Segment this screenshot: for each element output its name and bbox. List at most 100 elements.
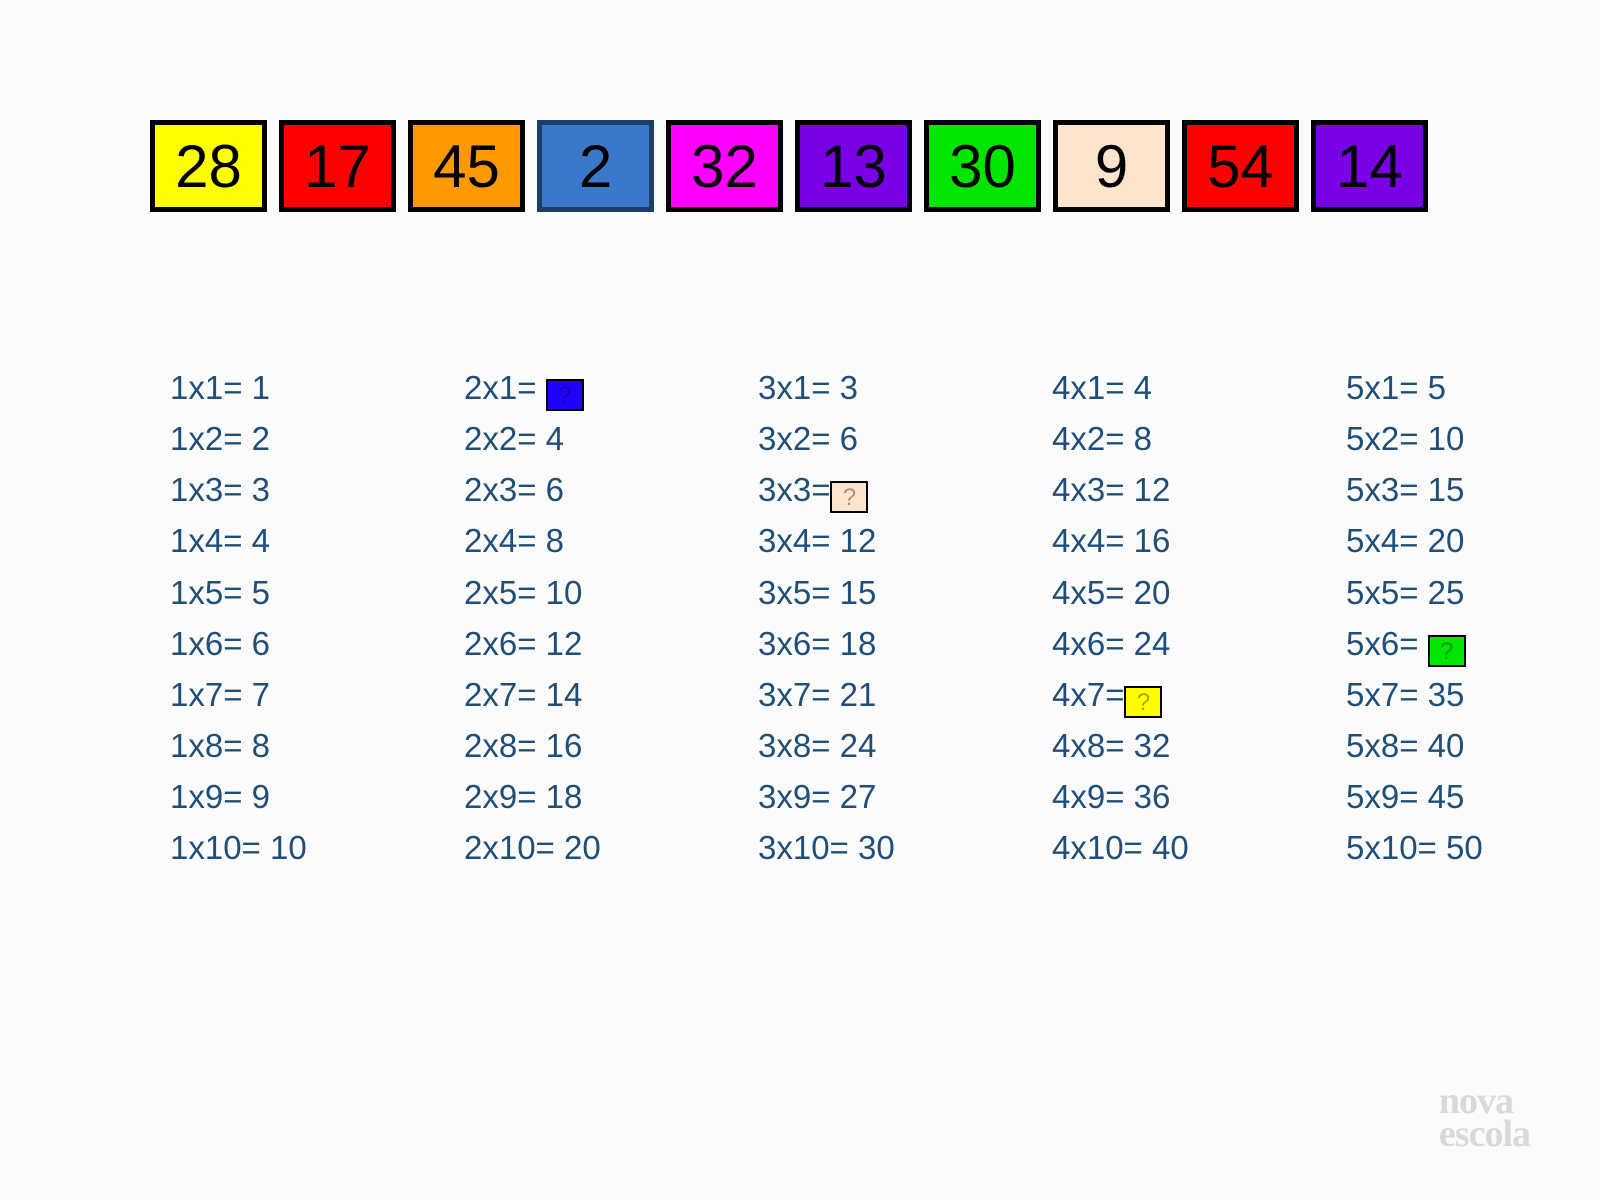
table-row: 2x4= 8 [464, 515, 718, 566]
expression: 2x7= [464, 676, 546, 713]
table-row: 3x7= 21 [758, 669, 1012, 720]
answer: 18 [840, 618, 877, 669]
expression: 1x7= [170, 676, 252, 713]
expression: 4x6= [1052, 625, 1134, 662]
table-row: 3x9= 27 [758, 771, 1012, 822]
answer: 40 [1152, 822, 1189, 873]
table-row: 1x1= 1 [170, 362, 424, 413]
expression: 5x8= [1346, 727, 1428, 764]
hidden-answer-box: ? [1124, 686, 1162, 718]
answer: 5 [1428, 362, 1446, 413]
table-col-5: 5x1= 55x2= 105x3= 155x4= 205x5= 255x6= ?… [1346, 362, 1600, 873]
table-row: 2x8= 16 [464, 720, 718, 771]
table-row: 2x1= ? [464, 362, 718, 413]
table-row: 5x9= 45 [1346, 771, 1600, 822]
expression: 5x7= [1346, 676, 1428, 713]
number-box-value: 54 [1207, 132, 1274, 201]
number-box-value: 28 [175, 132, 242, 201]
table-row: 5x8= 40 [1346, 720, 1600, 771]
answer: 12 [840, 515, 877, 566]
answer: 3 [252, 464, 270, 515]
table-row: 3x4= 12 [758, 515, 1012, 566]
answer: 7 [252, 669, 270, 720]
expression: 1x4= [170, 522, 252, 559]
table-row: 2x5= 10 [464, 567, 718, 618]
answer: 12 [546, 618, 583, 669]
expression: 2x5= [464, 574, 546, 611]
expression: 3x6= [758, 625, 840, 662]
table-row: 5x3= 15 [1346, 464, 1600, 515]
answer: 5 [252, 567, 270, 618]
answer: 27 [840, 771, 877, 822]
table-row: 1x3= 3 [170, 464, 424, 515]
answer: 30 [858, 822, 895, 873]
table-col-2: 2x1= ?2x2= 42x3= 62x4= 82x5= 102x6= 122x… [464, 362, 718, 873]
table-row: 5x2= 10 [1346, 413, 1600, 464]
hidden-answer-box: ? [546, 379, 584, 411]
table-row: 4x3= 12 [1052, 464, 1306, 515]
table-row: 1x4= 4 [170, 515, 424, 566]
answer: 8 [546, 515, 564, 566]
hidden-answer-box: ? [830, 481, 868, 513]
table-row: 5x4= 20 [1346, 515, 1600, 566]
number-box-value: 13 [820, 132, 887, 201]
answer: 3 [840, 362, 858, 413]
table-row: 4x10= 40 [1052, 822, 1306, 873]
expression: 4x1= [1052, 369, 1134, 406]
number-box-8: 54 [1182, 120, 1299, 212]
answer: 24 [1134, 618, 1171, 669]
table-row: 2x3= 6 [464, 464, 718, 515]
answer: 1 [252, 362, 270, 413]
answer: 20 [1134, 567, 1171, 618]
table-row: 2x7= 14 [464, 669, 718, 720]
answer: 6 [546, 464, 564, 515]
expression: 1x3= [170, 471, 252, 508]
expression: 4x4= [1052, 522, 1134, 559]
expression: 5x5= [1346, 574, 1428, 611]
number-box-5: 13 [795, 120, 912, 212]
table-col-3: 3x1= 33x2= 63x3=?3x4= 123x5= 153x6= 183x… [758, 362, 1012, 873]
answer: 32 [1134, 720, 1171, 771]
number-box-value: 45 [433, 132, 500, 201]
table-row: 5x1= 5 [1346, 362, 1600, 413]
expression: 1x10= [170, 829, 270, 866]
expression: 4x7= [1052, 676, 1124, 713]
expression: 5x4= [1346, 522, 1428, 559]
answer: 20 [564, 822, 601, 873]
number-box-1: 17 [279, 120, 396, 212]
answer: 10 [1428, 413, 1465, 464]
expression: 5x3= [1346, 471, 1428, 508]
answer: 15 [1428, 464, 1465, 515]
table-row: 5x5= 25 [1346, 567, 1600, 618]
expression: 5x1= [1346, 369, 1428, 406]
answer: 9 [252, 771, 270, 822]
answer: 36 [1134, 771, 1171, 822]
number-box-0: 28 [150, 120, 267, 212]
expression: 5x6= [1346, 625, 1428, 662]
answer: 15 [840, 567, 877, 618]
expression: 2x2= [464, 420, 546, 457]
answer: 12 [1134, 464, 1171, 515]
expression: 2x10= [464, 829, 564, 866]
expression: 3x3= [758, 471, 830, 508]
table-row: 4x5= 20 [1052, 567, 1306, 618]
table-row: 1x8= 8 [170, 720, 424, 771]
expression: 4x8= [1052, 727, 1134, 764]
expression: 4x3= [1052, 471, 1134, 508]
table-row: 2x9= 18 [464, 771, 718, 822]
expression: 4x10= [1052, 829, 1152, 866]
table-row: 4x2= 8 [1052, 413, 1306, 464]
multiplication-tables: 1x1= 11x2= 21x3= 31x4= 41x5= 51x6= 61x7=… [0, 212, 1600, 873]
expression: 3x8= [758, 727, 840, 764]
logo-line2: escola [1439, 1118, 1530, 1150]
expression: 3x2= [758, 420, 840, 457]
expression: 2x9= [464, 778, 546, 815]
answer: 20 [1428, 515, 1465, 566]
answer: 50 [1446, 822, 1483, 873]
expression: 3x9= [758, 778, 840, 815]
number-box-2: 45 [408, 120, 525, 212]
table-row: 5x10= 50 [1346, 822, 1600, 873]
table-row: 2x6= 12 [464, 618, 718, 669]
answer: 18 [546, 771, 583, 822]
number-box-value: 17 [304, 132, 371, 201]
